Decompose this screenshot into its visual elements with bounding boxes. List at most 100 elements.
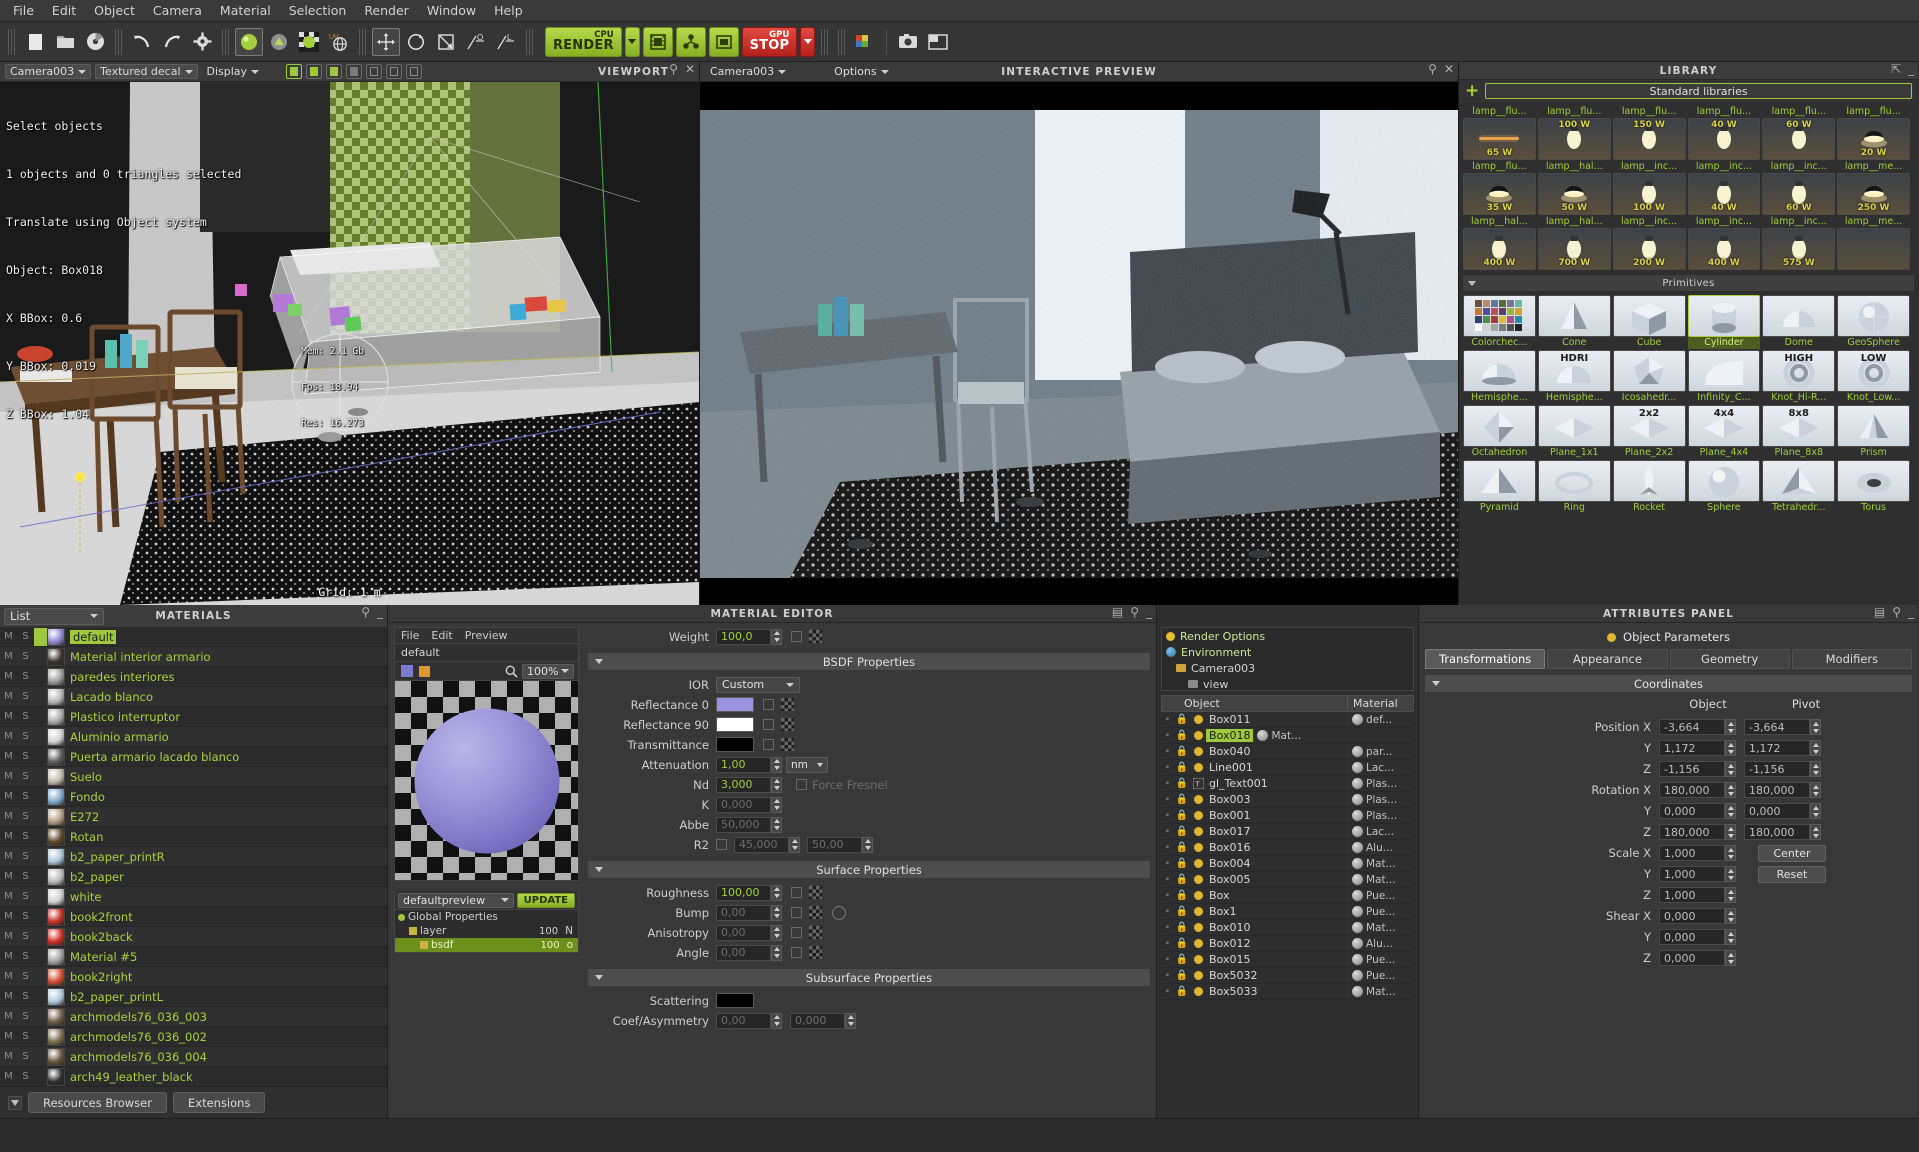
material-list-item[interactable]: M Sdefault (0, 627, 387, 647)
materials-view-selector[interactable]: List (4, 607, 104, 625)
coordinate-object-input[interactable]: 180,000 (1659, 824, 1725, 840)
material-list-item[interactable]: M Sarchmodels76_036_002 (0, 1027, 387, 1047)
library-lamp-item[interactable]: lamp__inc... 575 W (1762, 216, 1836, 270)
coordinate-object-input[interactable]: -1,156 (1659, 761, 1725, 777)
object-material-cell[interactable]: par... (1348, 745, 1414, 758)
library-primitive-thumb[interactable] (1537, 405, 1611, 447)
library-primitive-thumb[interactable]: 4x4 (1687, 405, 1761, 447)
material-list-item[interactable]: M S Plastico interruptor (0, 707, 387, 727)
material-list-item[interactable]: M Sarchmodels76_036_004 (0, 1047, 387, 1067)
object-visibility-toggle[interactable]: • (1161, 955, 1174, 965)
material-m-toggle[interactable]: M (0, 831, 17, 842)
lock-icon[interactable]: 🔒 (1174, 858, 1190, 869)
render-dropdown-button[interactable] (624, 26, 640, 57)
gear-icon[interactable] (188, 28, 216, 56)
viewport-camera-selector[interactable]: Camera003 (5, 64, 92, 79)
coordinate-object-input[interactable]: 0,000 (1659, 908, 1725, 924)
cpu-render-button[interactable]: CPU RENDER (545, 26, 622, 57)
menu-item-edit[interactable]: Edit (43, 0, 85, 21)
library-lamp-item[interactable]: lamp__flu... 150 W (1612, 106, 1686, 160)
library-primitive-thumb[interactable] (1762, 295, 1836, 337)
library-primitive-thumb[interactable] (1687, 350, 1761, 392)
me-menu-edit[interactable]: Edit (431, 629, 452, 642)
resolution-icon[interactable] (924, 28, 952, 56)
scene-settings-tree[interactable]: Render Options Environment Camera003 vie… (1161, 627, 1414, 691)
angle-input[interactable]: 0,00 (716, 944, 771, 961)
lock-icon[interactable]: 🔒 (1174, 842, 1190, 853)
anisotropy-map-checkbox[interactable] (791, 927, 802, 938)
coordinate-object-spinner[interactable] (1725, 803, 1736, 819)
material-thumbnail[interactable] (47, 867, 65, 886)
coordinate-pivot-spinner[interactable] (1810, 719, 1821, 735)
library-primitive-item[interactable]: Icosahedr... (1612, 350, 1686, 404)
object-material-cell[interactable]: Pue... (1348, 953, 1414, 966)
close-icon[interactable]: ✕ (685, 63, 695, 75)
coordinate-object-spinner[interactable] (1725, 740, 1736, 756)
material-thumbnail[interactable] (47, 907, 65, 926)
reflectance90-map-checkbox[interactable] (763, 719, 774, 730)
library-primitive-thumb[interactable] (1612, 460, 1686, 502)
material-thumbnail[interactable] (47, 807, 65, 826)
material-list-item[interactable]: M Sbook2back (0, 927, 387, 947)
material-m-toggle[interactable]: M (0, 911, 17, 922)
object-material-cell[interactable]: Mat... (1348, 873, 1414, 886)
material-m-toggle[interactable]: M (0, 811, 17, 822)
tree-item-render-options[interactable]: Render Options (1162, 628, 1413, 644)
material-m-toggle[interactable]: M (0, 991, 17, 1002)
scene-object-row[interactable]: • 🔒 Box018 Mat... (1161, 728, 1414, 744)
library-lamp-thumb[interactable]: 40 W (1687, 173, 1761, 215)
lock-icon[interactable]: 🔒 (1174, 714, 1190, 725)
update-preview-button[interactable]: UPDATE (516, 892, 575, 908)
library-primitive-item[interactable]: Cylinder (1687, 295, 1761, 349)
material-m-toggle[interactable]: M (0, 931, 17, 942)
undock-icon[interactable]: ⇱ (1891, 63, 1901, 75)
tree-item-environment[interactable]: Environment (1162, 644, 1413, 660)
menu-item-file[interactable]: File (4, 0, 43, 21)
library-primitive-item[interactable]: Sphere (1687, 460, 1761, 514)
nd-spinner[interactable] (771, 776, 782, 793)
material-s-toggle[interactable]: S (17, 1011, 34, 1022)
material-m-toggle[interactable]: M (0, 1071, 17, 1082)
tab-appearance[interactable]: Appearance (1547, 649, 1668, 669)
material-m-toggle[interactable]: M (0, 631, 17, 642)
scene-object-row[interactable]: • 🔒 Box012 Alu... (1161, 936, 1414, 952)
library-lamp-thumb[interactable]: 20 W (1837, 118, 1910, 160)
library-primitive-item[interactable]: Infinity_C... (1687, 350, 1761, 404)
coordinate-object-input[interactable]: 0,000 (1659, 803, 1725, 819)
library-scroll-area[interactable]: lamp__flu... 65 Wlamp__flu... 100 Wlamp__f… (1459, 104, 1918, 605)
r2-spinner[interactable] (789, 836, 800, 853)
angle-texture-icon[interactable] (809, 946, 822, 959)
library-lamp-item[interactable]: lamp__flu... 65 W (1463, 106, 1536, 160)
material-list-item[interactable]: M Sarch49_leather_black (0, 1067, 387, 1086)
material-list-item[interactable]: M S E272 (0, 807, 387, 827)
menu-item-object[interactable]: Object (85, 0, 144, 21)
scene-object-row[interactable]: • 🔒 Box010 Mat... (1161, 920, 1414, 936)
toolbar-grip-6[interactable] (821, 28, 829, 55)
display-mode-1-icon[interactable] (286, 64, 303, 79)
material-tree-flag[interactable]: N (565, 925, 578, 937)
lock-icon[interactable]: 🔒 (1174, 762, 1190, 773)
library-primitive-thumb[interactable] (1837, 460, 1910, 502)
coordinate-object-input[interactable]: 1,000 (1659, 866, 1725, 882)
material-thumbnail[interactable] (47, 927, 65, 946)
scene-object-row[interactable]: • 🔒 Box003 Plas... (1161, 792, 1414, 808)
scene-object-row[interactable]: • 🔒 Box017 Lac... (1161, 824, 1414, 840)
material-m-toggle[interactable]: M (0, 691, 17, 702)
object-visibility-toggle[interactable]: • (1161, 939, 1174, 949)
material-thumbnail[interactable] (47, 767, 65, 786)
material-s-toggle[interactable]: S (17, 771, 34, 782)
material-list-item[interactable]: M Sparedes interiores (0, 667, 387, 687)
object-material-cell[interactable]: Alu... (1348, 841, 1414, 854)
library-lamp-item[interactable]: lamp__inc... 200 W (1612, 216, 1686, 270)
scene-object-row[interactable]: • 🔒 Line001 Lac... (1161, 760, 1414, 776)
pin-icon[interactable]: ⚲ (1892, 606, 1901, 618)
toolbar-grip-5[interactable] (526, 28, 533, 55)
display-mode-4-icon[interactable] (346, 64, 363, 79)
library-lamp-thumb[interactable]: 250 W (1837, 173, 1910, 215)
gpu-stop-button[interactable]: GPU STOP (741, 26, 798, 57)
redo-icon[interactable] (158, 28, 186, 56)
preview-zoom-selector[interactable]: 100% (522, 663, 574, 679)
primitives-section-header[interactable]: Primitives (1463, 275, 1914, 291)
object-material-cell[interactable]: Mat... (1253, 729, 1319, 742)
material-list-item[interactable]: M S Puerta armario lacado blanco (0, 747, 387, 767)
